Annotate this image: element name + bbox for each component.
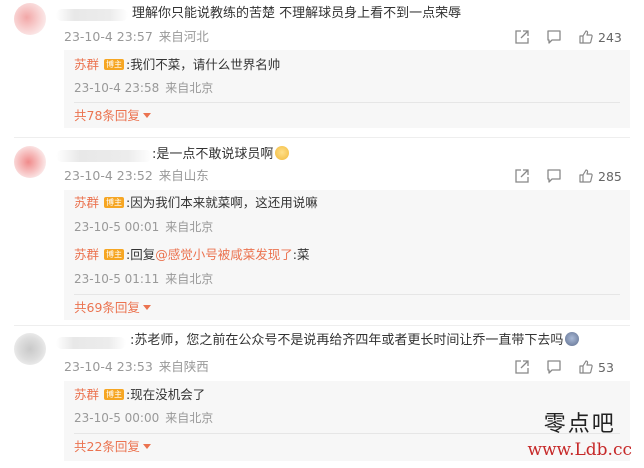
comment-time: 23-10-4 23:53: [64, 359, 153, 374]
reply-source: 来自北京: [165, 272, 214, 286]
reply-meta: 23-10-5 00:01 来自北京: [74, 219, 213, 235]
comment-text: :苏老师，您之前在公众号不是说再给齐四年或者更长时间让乔一直带下去吗: [130, 332, 580, 350]
blurred-username: [56, 9, 128, 21]
watermark-title: 零点吧: [543, 412, 616, 437]
reply-box: 苏群 博主:因为我们本来就菜啊，这还用说嘛 23-10-5 00:01 来自北京 苏…: [64, 190, 630, 320]
reply-username[interactable]: 苏群: [74, 57, 99, 72]
reply-source: 来自北京: [165, 411, 214, 425]
reply-time: 23-10-5 00:00: [74, 411, 160, 425]
thumbs-up-icon: [579, 169, 593, 183]
like-count: 53: [598, 359, 614, 375]
comment-actions: 53: [514, 358, 632, 376]
reply-text: :因为我们本来就菜啊，这还用说嘛: [126, 195, 318, 210]
comment-source: 来自山东: [158, 168, 209, 183]
reply-suffix: :菜: [292, 247, 310, 262]
reply-time: 23-10-5 01:11: [74, 272, 160, 286]
share-icon: [515, 360, 529, 374]
comment-time: 23-10-4 23:57: [64, 29, 153, 44]
comment-actions: 243: [514, 28, 632, 46]
more-replies-link[interactable]: 共69条回复: [74, 300, 151, 316]
comment-text: 理解你只能说教练的苦楚 不理解球员身上看不到一点荣辱: [132, 6, 462, 21]
comment-actions: 285: [514, 167, 632, 185]
like-button[interactable]: 53: [578, 358, 614, 376]
triangle-down-icon: [142, 444, 151, 449]
comment-icon: [547, 30, 561, 44]
reply-username[interactable]: 苏群: [74, 195, 99, 210]
reply-username[interactable]: 苏群: [74, 247, 99, 262]
reply-item: 苏群 博主:我们不菜，请什么世界名帅: [74, 56, 280, 74]
more-replies-link[interactable]: 共22条回复: [74, 439, 151, 455]
share-button[interactable]: [514, 167, 530, 185]
reply-box: 苏群 博主:我们不菜，请什么世界名帅 23-10-4 23:58 来自北京 共78条…: [64, 50, 630, 128]
share-button[interactable]: [514, 358, 530, 376]
reply-source: 来自北京: [165, 81, 214, 95]
site-watermark: 零点吧 www.Ldb.cc: [527, 412, 632, 460]
watermark-url: www.Ldb.cc: [527, 440, 632, 460]
comment-icon: [547, 360, 561, 374]
thumbs-up-icon: [579, 30, 593, 44]
share-icon: [515, 169, 529, 183]
triangle-down-icon: [142, 305, 151, 310]
mention-link[interactable]: @感觉小号被咸菜发现了: [155, 247, 293, 262]
reply-separator: [74, 102, 620, 103]
like-button[interactable]: 285: [578, 167, 622, 185]
blogger-badge: 博主: [104, 249, 125, 260]
reply-meta: 23-10-5 01:11 来自北京: [74, 271, 213, 287]
share-icon: [515, 30, 529, 44]
comment-button[interactable]: [546, 358, 562, 376]
reply-meta: 23-10-5 00:00 来自北京: [74, 410, 213, 426]
avatar[interactable]: [14, 3, 46, 35]
like-count: 285: [598, 168, 622, 184]
comment-text: :是一点不敢说球员啊: [152, 146, 290, 164]
comment-source: 来自陕西: [158, 359, 209, 374]
comment-meta: 23-10-4 23:57 来自河北: [64, 29, 209, 45]
comment-meta: 23-10-4 23:53 来自陕西: [64, 359, 209, 375]
reply-time: 23-10-4 23:58: [74, 81, 160, 95]
triangle-down-icon: [142, 113, 151, 118]
like-count: 243: [598, 29, 622, 45]
reply-prefix: :回复: [126, 247, 156, 262]
reply-separator: [74, 294, 620, 295]
comment-button[interactable]: [546, 28, 562, 46]
blogger-badge: 博主: [104, 389, 125, 400]
reply-item: 苏群 博主:回复@感觉小号被咸菜发现了:菜: [74, 246, 309, 264]
reply-source: 来自北京: [165, 220, 214, 234]
reply-item: 苏群 博主:因为我们本来就菜啊，这还用说嘛: [74, 194, 318, 212]
reply-text: :我们不菜，请什么世界名帅: [126, 57, 281, 72]
blurred-username: [56, 150, 152, 162]
thumbs-up-icon: [579, 360, 593, 374]
reply-item: 苏群 博主:现在没机会了: [74, 386, 205, 404]
comment-icon: [547, 169, 561, 183]
avatar[interactable]: [14, 333, 46, 365]
reply-username[interactable]: 苏群: [74, 387, 99, 402]
share-button[interactable]: [514, 28, 530, 46]
reply-text: :现在没机会了: [126, 387, 206, 402]
comment-divider: [14, 325, 630, 326]
emoji-icon: [565, 332, 580, 346]
like-button[interactable]: 243: [578, 28, 622, 46]
reply-meta: 23-10-4 23:58 来自北京: [74, 80, 213, 96]
blurred-username: [56, 337, 126, 349]
comment-button[interactable]: [546, 167, 562, 185]
more-replies-link[interactable]: 共78条回复: [74, 108, 151, 124]
blogger-badge: 博主: [104, 197, 125, 208]
emoji-icon: [275, 146, 290, 160]
comment-source: 来自河北: [158, 29, 209, 44]
blogger-badge: 博主: [104, 59, 125, 70]
comment-time: 23-10-4 23:52: [64, 168, 153, 183]
comment-divider: [14, 137, 630, 138]
reply-time: 23-10-5 00:01: [74, 220, 160, 234]
comment-meta: 23-10-4 23:52 来自山东: [64, 168, 209, 184]
avatar[interactable]: [14, 146, 46, 178]
